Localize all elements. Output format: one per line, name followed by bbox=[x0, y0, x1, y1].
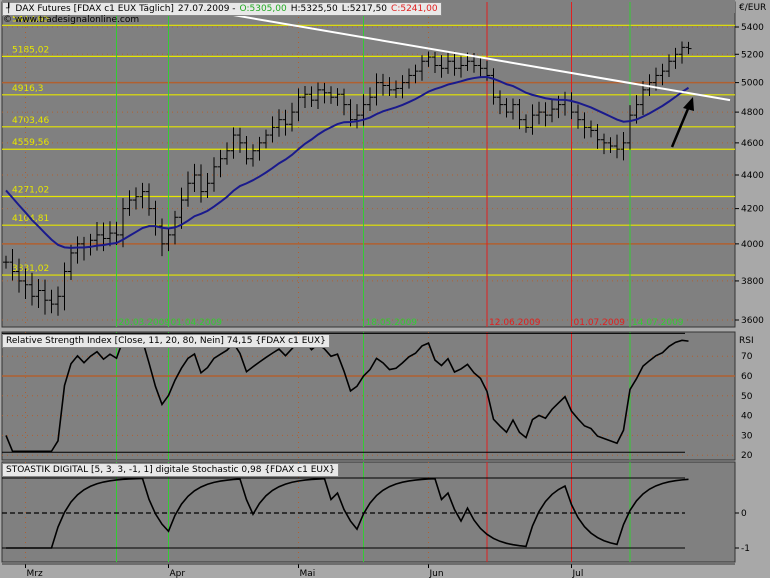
date-marker-label: 01.07.2009 bbox=[574, 318, 626, 328]
rsi-tick-label: 40 bbox=[741, 412, 753, 422]
rsi-tick-label: 70 bbox=[741, 352, 753, 362]
rsi-title[interactable]: Relative Strength Index [Close, 11, 20, … bbox=[2, 334, 330, 348]
month-label: Apr bbox=[170, 569, 186, 578]
chart-header: ┦ DAX Futures [FDAX c1 EUX Täglich] 27.07.… bbox=[2, 2, 442, 16]
date-marker-label: 18.05.2009 bbox=[366, 318, 418, 328]
price-tick-label: 4200 bbox=[741, 205, 764, 215]
header-date: 27.07.2009 - bbox=[177, 4, 236, 14]
level-label: 4559,56 bbox=[12, 138, 49, 148]
price-tick-label: 4000 bbox=[741, 240, 764, 250]
level-label: 4916,3 bbox=[12, 84, 44, 94]
date-marker-label: 01.04.2009 bbox=[171, 318, 223, 328]
copyright: © www.tradesignalonline.com bbox=[3, 15, 140, 25]
chart-canvas[interactable]: 5400 5200 5000 4800 4600 4400 4200 4000 3800 3600… bbox=[0, 0, 770, 578]
date-marker-label: 12.06.2009 bbox=[489, 318, 541, 328]
main-panel bbox=[1, 1, 736, 328]
price-tick-label: 5400 bbox=[741, 23, 764, 33]
stoch-title[interactable]: STOASTIK DIGITAL [5, 3, 3, -1, 1] digita… bbox=[2, 463, 339, 477]
month-label: Mai bbox=[300, 569, 316, 578]
price-tick-label: 4800 bbox=[741, 108, 764, 118]
rsi-axis-label: RSI bbox=[739, 336, 754, 346]
rsi-tick-label: 30 bbox=[741, 431, 753, 441]
instrument-name: DAX Futures [FDAX c1 EUX Täglich] bbox=[15, 4, 174, 14]
month-label: Jun bbox=[429, 569, 444, 578]
low-value: L:5217,50 bbox=[341, 4, 388, 14]
rsi-tick-label: 50 bbox=[741, 392, 753, 402]
date-marker-label: 14.07.2009 bbox=[632, 318, 684, 328]
price-tick-label: 4600 bbox=[741, 139, 764, 149]
open-value: O:5305,00 bbox=[239, 4, 287, 14]
level-label: 4271,02 bbox=[12, 185, 49, 195]
month-label: Mrz bbox=[27, 569, 43, 578]
stoch-tick-label: -1 bbox=[741, 544, 750, 554]
rsi-tick-label: 60 bbox=[741, 372, 753, 382]
level-label: 3831,02 bbox=[12, 264, 49, 274]
month-label: Jul bbox=[572, 569, 584, 578]
high-value: H:5325,50 bbox=[290, 4, 338, 14]
rsi-panel bbox=[1, 331, 736, 461]
price-tick-label: 3800 bbox=[741, 277, 764, 287]
price-tick-label: 4400 bbox=[741, 171, 764, 181]
stoch-tick-label: 0 bbox=[741, 509, 747, 519]
level-label: 5185,02 bbox=[12, 45, 49, 55]
rsi-tick-label: 20 bbox=[741, 451, 753, 461]
price-tick-label: 3600 bbox=[741, 316, 764, 326]
price-axis-unit: €/EUR bbox=[739, 3, 766, 13]
date-marker-label: 20.03.2009 bbox=[119, 318, 171, 328]
price-tick-label: 5000 bbox=[741, 79, 764, 89]
close-value: C:5241,00 bbox=[391, 4, 438, 14]
level-label: 4703,46 bbox=[12, 116, 49, 126]
bar-chart-icon: ┦ bbox=[6, 4, 12, 14]
st-panel bbox=[1, 461, 736, 563]
price-tick-label: 5200 bbox=[741, 50, 764, 60]
